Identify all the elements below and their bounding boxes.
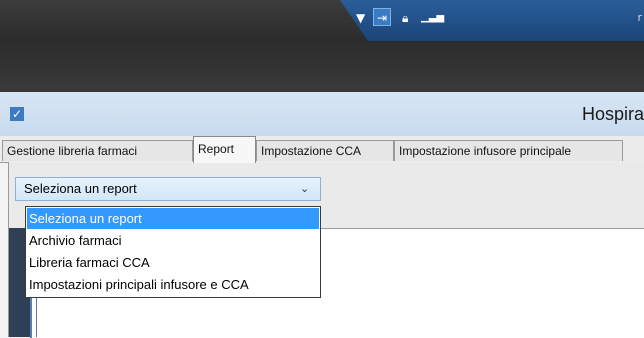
- report-dropdown-list[interactable]: Seleziona un report Archivio farmaci Lib…: [25, 206, 321, 298]
- dropdown-option-archivio-farmaci[interactable]: Archivio farmaci: [27, 230, 319, 251]
- report-select[interactable]: Seleziona un report: [15, 177, 321, 201]
- app-logo-icon: ✓: [10, 107, 24, 121]
- tab-gestione-libreria-farmaci[interactable]: Gestione libreria farmaci: [2, 140, 193, 161]
- dropdown-option-libreria-farmaci-cca[interactable]: Libreria farmaci CCA: [27, 252, 319, 273]
- toolbar-band: [0, 41, 644, 92]
- app-header: [0, 92, 644, 136]
- tab-report[interactable]: Report: [193, 136, 256, 163]
- dropdown-option-impostazioni-infusore-cca[interactable]: Impostazioni principali infusore e CCA: [27, 274, 319, 295]
- lock-icon: 🔒︎: [402, 11, 409, 25]
- tab-impostazione-infusore-principale[interactable]: Impostazione infusore principale: [394, 140, 623, 161]
- dropdown-arrow-icon[interactable]: ▼: [356, 10, 365, 26]
- titlebar-truncated-text: r: [637, 11, 642, 24]
- dropdown-option-seleziona[interactable]: Seleziona un report: [27, 208, 319, 229]
- chevron-down-icon[interactable]: ⌄: [300, 180, 309, 198]
- tab-impostazione-cca[interactable]: Impostazione CCA: [256, 140, 394, 161]
- app-title: Hospira: [581, 104, 644, 124]
- signal-bars-icon: ▁▃▅: [421, 12, 445, 23]
- pin-icon[interactable]: ⇥: [373, 8, 391, 26]
